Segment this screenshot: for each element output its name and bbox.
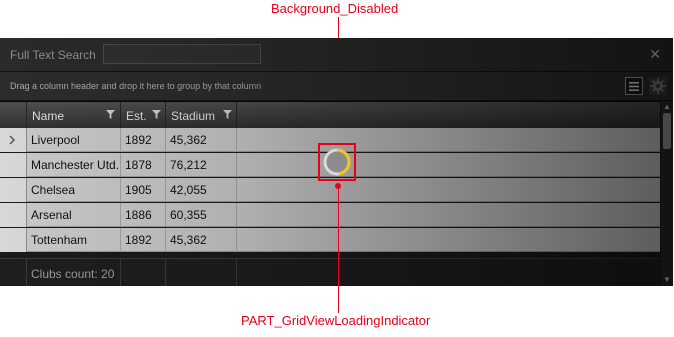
search-input[interactable] bbox=[103, 44, 261, 64]
column-header-stadium[interactable]: Stadium bbox=[166, 102, 237, 129]
cell-stadium[interactable]: 45,362 bbox=[166, 128, 237, 152]
table-row[interactable]: Chelsea 1905 42,055 bbox=[0, 178, 660, 202]
cell-stadium[interactable]: 76,212 bbox=[166, 153, 237, 177]
background-disabled-callout: Background_Disabled bbox=[271, 1, 399, 16]
search-label: Full Text Search bbox=[10, 48, 96, 62]
cell-name[interactable]: Arsenal bbox=[27, 203, 121, 227]
callout-dot-bottom bbox=[335, 183, 341, 189]
row-indicator[interactable] bbox=[0, 128, 27, 152]
row-indicator[interactable] bbox=[0, 203, 27, 227]
current-row-arrow-icon bbox=[9, 135, 16, 145]
cell-stadium[interactable]: 60,355 bbox=[166, 203, 237, 227]
table-row[interactable]: Arsenal 1886 60,355 bbox=[0, 203, 660, 227]
cell-est[interactable]: 1878 bbox=[121, 153, 166, 177]
scroll-thumb[interactable] bbox=[663, 113, 671, 149]
loading-spinner-icon bbox=[323, 148, 351, 176]
menu-icon bbox=[629, 81, 639, 91]
group-panel: Drag a column header and drop it here to… bbox=[0, 72, 673, 101]
scroll-down-icon[interactable]: ▼ bbox=[663, 275, 671, 284]
aggregate-footer: Clubs count: 20 bbox=[0, 258, 660, 286]
cell-est[interactable]: 1892 bbox=[121, 128, 166, 152]
row-indicator[interactable] bbox=[0, 178, 27, 202]
footer-indicator-cell bbox=[0, 259, 27, 286]
filter-icon[interactable] bbox=[106, 110, 115, 119]
cell-name[interactable]: Liverpool bbox=[27, 128, 121, 152]
filter-icon[interactable] bbox=[152, 110, 161, 119]
settings-button[interactable] bbox=[649, 77, 667, 95]
row-indicator[interactable] bbox=[0, 153, 27, 177]
cell-name[interactable]: Tottenham bbox=[27, 228, 121, 252]
filter-icon[interactable] bbox=[223, 110, 232, 119]
close-icon[interactable]: ✕ bbox=[649, 46, 661, 63]
search-panel: Full Text Search ✕ bbox=[0, 38, 673, 72]
column-header-est[interactable]: Est. bbox=[121, 102, 166, 129]
cell-stadium[interactable]: 42,055 bbox=[166, 178, 237, 202]
grid-view-loading-indicator bbox=[318, 143, 356, 181]
loading-indicator-callout: PART_GridViewLoadingIndicator bbox=[241, 313, 431, 328]
cell-est[interactable]: 1905 bbox=[121, 178, 166, 202]
clubs-count: Clubs count: 20 bbox=[31, 267, 115, 281]
cell-name[interactable]: Manchester Utd. bbox=[27, 153, 121, 177]
column-header-row: Name Est. Stadium bbox=[0, 101, 660, 130]
cell-stadium[interactable]: 45,362 bbox=[166, 228, 237, 252]
gear-icon bbox=[650, 78, 666, 94]
table-row[interactable]: Tottenham 1892 45,362 bbox=[0, 228, 660, 252]
footer-stadium-cell bbox=[166, 259, 237, 286]
menu-button[interactable] bbox=[625, 77, 643, 95]
footer-est-cell bbox=[121, 259, 166, 286]
row-indicator[interactable] bbox=[0, 228, 27, 252]
row-indicator-header bbox=[0, 102, 27, 129]
column-header-name[interactable]: Name bbox=[27, 102, 121, 129]
group-panel-hint: Drag a column header and drop it here to… bbox=[10, 81, 262, 91]
cell-est[interactable]: 1886 bbox=[121, 203, 166, 227]
cell-name[interactable]: Chelsea bbox=[27, 178, 121, 202]
cell-est[interactable]: 1892 bbox=[121, 228, 166, 252]
callout-line-bottom bbox=[338, 183, 339, 313]
table-area: Name Est. Stadium Liverpool 1892 45,362 … bbox=[0, 101, 673, 286]
vertical-scrollbar[interactable]: ▲ ▼ bbox=[660, 101, 673, 286]
scroll-up-icon[interactable]: ▲ bbox=[663, 102, 671, 111]
